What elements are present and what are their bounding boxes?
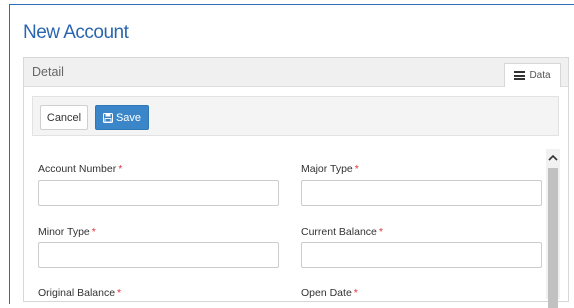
minor-type-field[interactable] (38, 242, 279, 268)
tab-data-label: Data (529, 70, 551, 81)
panel-heading-title: Detail (32, 65, 64, 79)
scroll-thumb[interactable] (548, 168, 558, 308)
original-balance-label: Original Balance * (38, 287, 122, 299)
page-title: New Account (23, 22, 129, 43)
panel-heading: Detail Data (24, 58, 568, 87)
floppy-disk-icon (102, 112, 113, 123)
form-scrollbar[interactable] (546, 149, 560, 308)
current-balance-field[interactable] (301, 242, 542, 268)
major-type-label: Major Type * (301, 163, 359, 175)
list-icon (514, 71, 526, 80)
major-type-field[interactable] (301, 180, 542, 206)
tab-data[interactable]: Data (504, 63, 561, 87)
cancel-button[interactable]: Cancel (40, 105, 88, 130)
scroll-up-button[interactable] (546, 149, 560, 165)
minor-type-label: Minor Type * (38, 226, 96, 238)
account-number-label: Account Number * (38, 163, 123, 175)
current-balance-label: Current Balance * (301, 226, 383, 238)
save-button[interactable]: Save (95, 105, 149, 130)
open-date-label: Open Date * (301, 287, 358, 299)
form-toolbar: Cancel Save (32, 96, 559, 136)
chevron-up-icon (548, 154, 558, 161)
save-button-label: Save (115, 111, 142, 124)
account-number-field[interactable] (38, 180, 279, 206)
